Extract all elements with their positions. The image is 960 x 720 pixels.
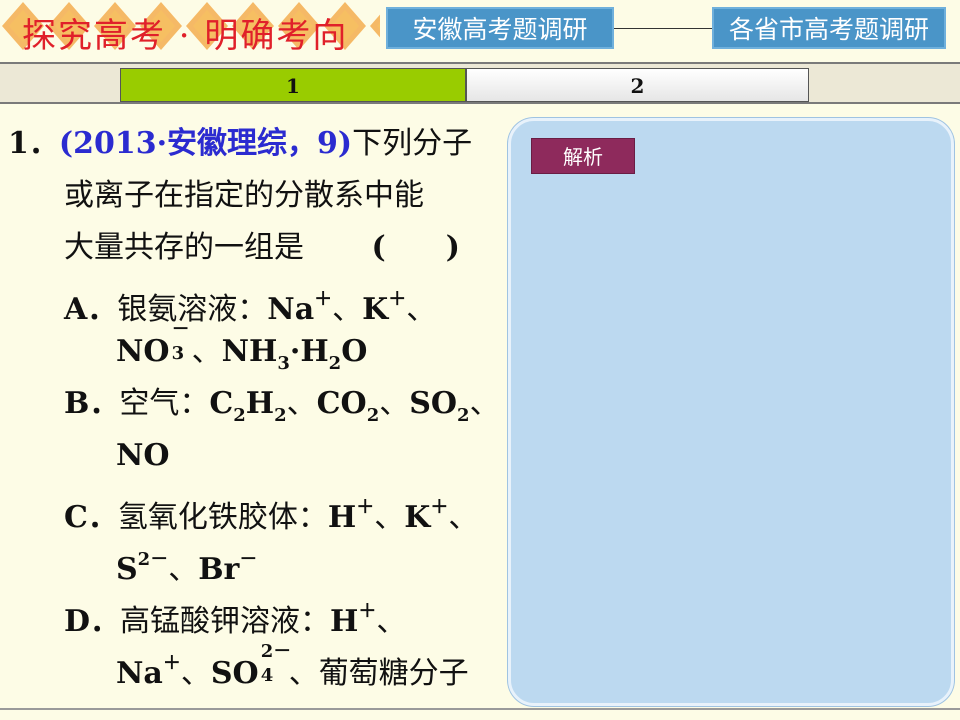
separator: 、 [469,386,500,421]
option-a-text: 银氨溶液： [117,292,268,327]
glucose-text: 葡萄糖分子 [318,656,469,691]
anhui-exam-button[interactable]: 安徽高考题调研 [386,7,614,49]
formula-so2: SO2 [409,386,470,426]
provinces-exam-button[interactable]: 各省市高考题调研 [712,7,946,49]
question-text: 1．(2013·安徽理综，9)下列分子 或离子在指定的分散系中能 大量共存的一组… [8,118,508,692]
tab-1[interactable]: 1 [120,68,466,102]
option-c-letter: C． [64,500,118,535]
formula-k-plus: K＋ [404,497,449,535]
option-a[interactable]: A．银氨溶液：Na＋、K＋、 [8,274,508,327]
analysis-button[interactable]: 解析 [531,138,635,174]
separator: 、 [288,656,319,691]
tab-2[interactable]: 2 [466,68,809,102]
option-b-text: 空气： [119,386,210,421]
question-stem-1: 下列分子 [352,126,473,161]
separator: 、 [448,500,479,535]
separator: 、 [191,334,222,369]
separator: 、 [406,292,437,327]
option-d-text: 高锰酸钾溶液： [120,604,331,639]
formula-c2h2: C2H2 [209,386,287,426]
option-a-letter: A． [64,292,118,327]
question-number: 1． [8,126,59,161]
formula-na-plus: Na＋ [267,289,333,327]
option-b[interactable]: B．空气：C2H2、CO2、SO2、 [8,378,508,430]
option-d-letter: D． [64,604,121,639]
separator: 、 [180,656,211,691]
question-stem-3: 大量共存的一组是 [64,230,304,265]
page-title: 探究高考 · 明确考向 [22,16,349,56]
option-b-letter: B． [64,386,120,421]
formula-h-plus: H＋ [330,601,377,639]
question-line-1: 1．(2013·安徽理综，9)下列分子 [8,118,508,170]
question-line-3: 大量共存的一组是 ( ) [8,222,508,274]
option-d-line-2: Na＋、SO 2－ 4 、葡萄糖分子 [8,638,508,692]
formula-s2-minus: S2－ [116,549,169,587]
question-line-2: 或离子在指定的分散系中能 [8,170,508,222]
formula-no: NO [116,438,170,473]
option-c[interactable]: C．氢氧化铁胶体：H＋、K＋、 [8,482,508,535]
formula-so4-2minus: SO 2－ 4 [210,641,292,692]
separator: 、 [168,552,199,587]
formula-k-plus: K＋ [362,289,407,327]
separator: 、 [332,292,363,327]
question-stem-2: 或离子在指定的分散系中能 [64,178,424,213]
option-a-line-2: NO － 3 、NH3·H2O [8,319,508,378]
tab-bar: 1 2 [0,62,960,104]
option-d[interactable]: D．高锰酸钾溶液：H＋、 [8,586,508,639]
option-c-line-2: S2－、Br－ [8,534,508,587]
answer-bracket: ( ) [371,230,460,265]
separator: 、 [379,386,410,421]
separator: 、 [374,500,405,535]
formula-nh3-h2o: NH3·H2O [221,334,368,374]
formula-br-minus: Br－ [198,549,258,587]
separator: 、 [376,604,407,639]
analysis-panel [508,118,954,706]
formula-co2: CO2 [316,386,380,426]
bottom-divider [0,708,960,710]
header-connector-line [614,28,712,29]
formula-no3-minus: NO － 3 [116,319,190,370]
separator: 、 [286,386,317,421]
header-bar: 探究高考 · 明确考向 安徽高考题调研 各省市高考题调研 [0,0,960,56]
option-b-line-2: NO [8,430,508,482]
formula-h-plus: H＋ [327,497,375,535]
question-source: (2013·安徽理综，9) [58,126,353,161]
option-c-text: 氢氧化铁胶体： [117,500,328,535]
formula-na-plus: Na＋ [116,653,181,691]
